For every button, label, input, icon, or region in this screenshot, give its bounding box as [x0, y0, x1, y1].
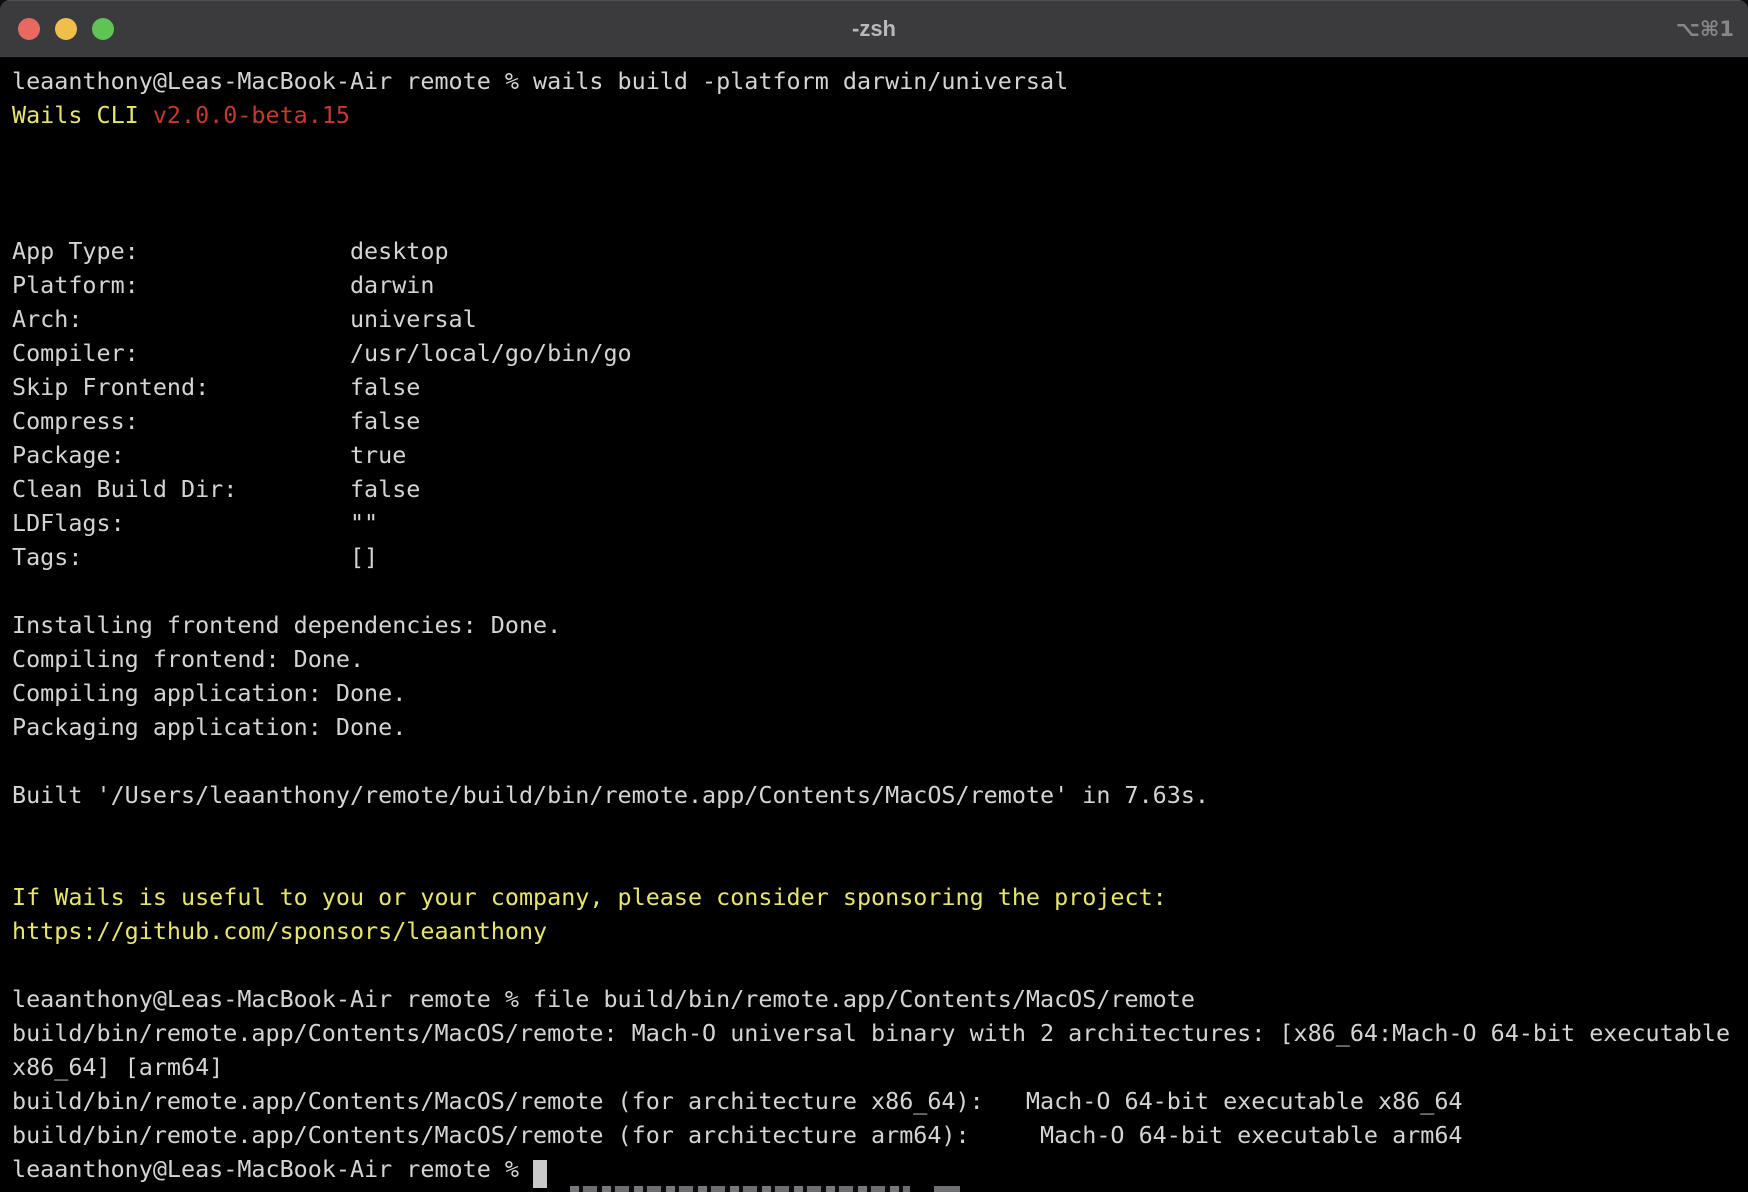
- terminal-line: [12, 846, 1748, 880]
- clipped-bottom-text: [934, 1186, 960, 1192]
- terminal-line: https://github.com/sponsors/leaanthony: [12, 914, 1748, 948]
- terminal-line: [12, 200, 1748, 234]
- text-segment: Compiling application: Done.: [12, 679, 406, 707]
- text-segment: Compress: false: [12, 407, 420, 435]
- minimize-button[interactable]: [55, 18, 77, 40]
- text-segment: Clean Build Dir: false: [12, 475, 420, 503]
- text-segment: build/bin/remote.app/Contents/MacOS/remo…: [12, 1121, 1462, 1149]
- text-segment: Compiler: /usr/local/go/bin/go: [12, 339, 632, 367]
- text-segment: Platform: darwin: [12, 271, 434, 299]
- terminal-line: If Wails is useful to you or your compan…: [12, 880, 1748, 914]
- text-segment: v2.0.0-beta.15: [153, 101, 350, 129]
- terminal-line: leaanthony@Leas-MacBook-Air remote % wai…: [12, 64, 1748, 98]
- terminal-screen[interactable]: leaanthony@Leas-MacBook-Air remote % wai…: [0, 58, 1748, 1192]
- tab-shortcut-hint: ⌥⌘1: [1676, 0, 1734, 58]
- terminal-line: build/bin/remote.app/Contents/MacOS/remo…: [12, 1016, 1748, 1050]
- text-cursor: [533, 1160, 547, 1188]
- text-segment: leaanthony@Leas-MacBook-Air remote %: [12, 1155, 533, 1183]
- text-segment: Package: true: [12, 441, 406, 469]
- terminal-line: Package: true: [12, 438, 1748, 472]
- terminal-line: Arch: universal: [12, 302, 1748, 336]
- terminal-line: [12, 948, 1748, 982]
- text-segment: leaanthony@Leas-MacBook-Air remote % wai…: [12, 67, 1068, 95]
- text-segment: Packaging application: Done.: [12, 713, 406, 741]
- text-segment: https://github.com/sponsors/leaanthony: [12, 917, 547, 945]
- terminal-output: leaanthony@Leas-MacBook-Air remote % wai…: [12, 64, 1748, 1186]
- clipped-bottom-text: [570, 1186, 910, 1192]
- text-segment: build/bin/remote.app/Contents/MacOS/remo…: [12, 1019, 1730, 1047]
- terminal-line: build/bin/remote.app/Contents/MacOS/remo…: [12, 1084, 1748, 1118]
- terminal-line: Installing frontend dependencies: Done.: [12, 608, 1748, 642]
- text-segment: App Type: desktop: [12, 237, 449, 265]
- text-segment: Compiling frontend: Done.: [12, 645, 364, 673]
- text-segment: If Wails is useful to you or your compan…: [12, 883, 1167, 911]
- text-segment: LDFlags: "": [12, 509, 378, 537]
- text-segment: x86_64] [arm64]: [12, 1053, 223, 1081]
- terminal-line: App Type: desktop: [12, 234, 1748, 268]
- terminal-line: Compiler: /usr/local/go/bin/go: [12, 336, 1748, 370]
- terminal-line: Clean Build Dir: false: [12, 472, 1748, 506]
- text-segment: leaanthony@Leas-MacBook-Air remote % fil…: [12, 985, 1195, 1013]
- terminal-line: [12, 166, 1748, 200]
- text-segment: Built '/Users/leaanthony/remote/build/bi…: [12, 781, 1209, 809]
- terminal-line: Tags: []: [12, 540, 1748, 574]
- text-segment: Arch: universal: [12, 305, 477, 333]
- text-segment: Installing frontend dependencies: Done.: [12, 611, 561, 639]
- terminal-line: Compress: false: [12, 404, 1748, 438]
- terminal-line: [12, 574, 1748, 608]
- zoom-button[interactable]: [92, 18, 114, 40]
- terminal-line: Platform: darwin: [12, 268, 1748, 302]
- terminal-line: leaanthony@Leas-MacBook-Air remote % fil…: [12, 982, 1748, 1016]
- terminal-line: Packaging application: Done.: [12, 710, 1748, 744]
- terminal-line: Compiling frontend: Done.: [12, 642, 1748, 676]
- close-button[interactable]: [18, 18, 40, 40]
- text-segment: Wails CLI: [12, 101, 153, 129]
- text-segment: Tags: []: [12, 543, 378, 571]
- terminal-line: Skip Frontend: false: [12, 370, 1748, 404]
- text-segment: build/bin/remote.app/Contents/MacOS/remo…: [12, 1087, 1462, 1115]
- terminal-window: -zsh ⌥⌘1 leaanthony@Leas-MacBook-Air rem…: [0, 0, 1748, 1192]
- terminal-line: Wails CLI v2.0.0-beta.15: [12, 98, 1748, 132]
- terminal-line: Compiling application: Done.: [12, 676, 1748, 710]
- terminal-line: [12, 812, 1748, 846]
- terminal-line: x86_64] [arm64]: [12, 1050, 1748, 1084]
- terminal-line: leaanthony@Leas-MacBook-Air remote %: [12, 1152, 1748, 1186]
- text-segment: Skip Frontend: false: [12, 373, 420, 401]
- window-titlebar[interactable]: -zsh ⌥⌘1: [0, 0, 1748, 58]
- traffic-lights: [18, 18, 114, 40]
- terminal-line: Built '/Users/leaanthony/remote/build/bi…: [12, 778, 1748, 812]
- terminal-line: [12, 132, 1748, 166]
- terminal-line: LDFlags: "": [12, 506, 1748, 540]
- terminal-line: [12, 744, 1748, 778]
- terminal-line: build/bin/remote.app/Contents/MacOS/remo…: [12, 1118, 1748, 1152]
- window-title: -zsh: [120, 0, 1628, 58]
